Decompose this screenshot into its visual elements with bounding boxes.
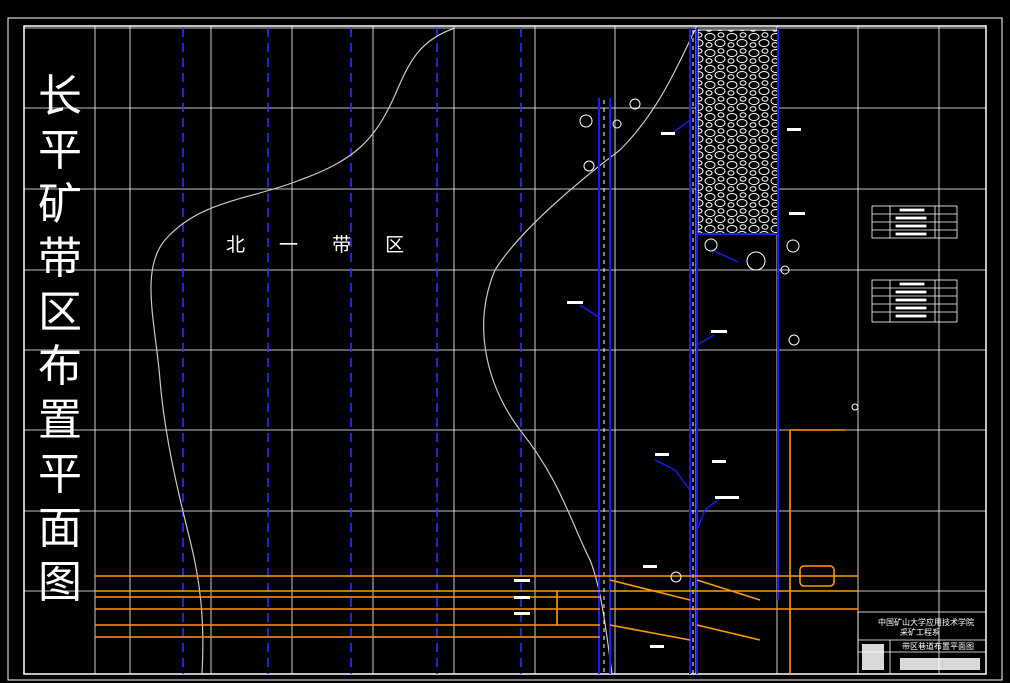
drawing-title: 长 平 矿 带 区 布 置 平 面 图 <box>30 70 90 610</box>
legend-table-lower <box>871 279 958 323</box>
roadway-centerlines <box>603 30 694 674</box>
title-block-school: 中国矿山大学应用技术学院 <box>878 618 974 627</box>
dashed-boundary-lines <box>182 28 522 674</box>
zone-label: 北 一 带 区 <box>226 234 419 256</box>
title-block-department: 采矿工程系 <box>900 628 940 637</box>
title-char: 布 <box>38 341 82 392</box>
legend-table-upper <box>871 205 958 239</box>
title-char: 平 <box>38 449 82 500</box>
title-char: 图 <box>38 557 82 608</box>
contour-line-right <box>483 29 696 675</box>
goaf-area <box>697 29 779 235</box>
contour-line-left <box>150 27 456 675</box>
title-char: 区 <box>38 287 82 338</box>
mine-layout-drawing <box>7 17 1003 681</box>
haulage-roadways <box>95 429 858 674</box>
title-char: 置 <box>38 395 82 446</box>
title-char: 矿 <box>38 179 82 230</box>
title-char: 面 <box>38 503 82 554</box>
title-char: 长 <box>38 71 82 122</box>
title-char: 带 <box>38 233 82 284</box>
title-char: 平 <box>38 125 82 176</box>
title-block-drawing-name: 带区巷道布置平面图 <box>902 642 974 651</box>
